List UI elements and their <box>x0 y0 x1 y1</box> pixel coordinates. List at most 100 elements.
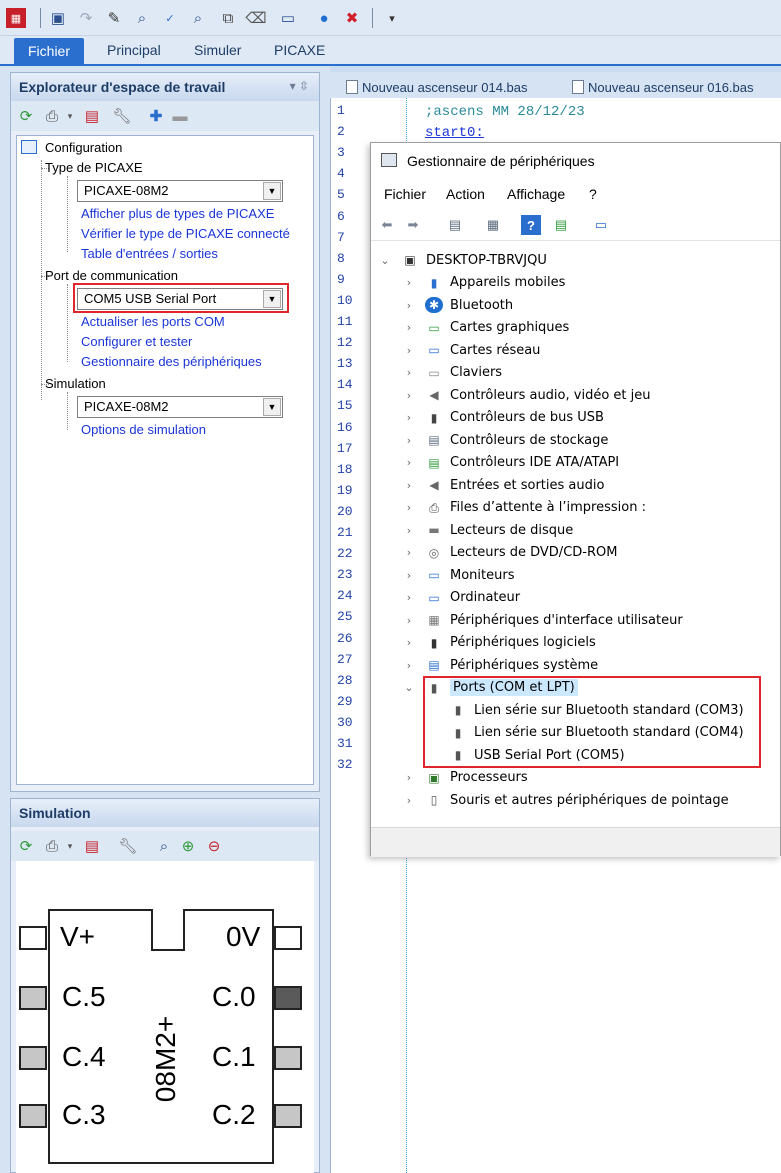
device-category[interactable]: › ▭ Cartes réseau <box>407 339 541 361</box>
properties-icon[interactable]: ▤ <box>445 215 465 235</box>
chevron-right-icon[interactable]: › <box>403 366 415 379</box>
zoom-out-icon[interactable]: ⊖ <box>205 837 223 855</box>
app-logo-icon[interactable]: ▦ <box>6 8 26 28</box>
eraser-icon[interactable]: ⌫ <box>245 8 266 28</box>
link-device-manager[interactable]: Gestionnaire des périphériques <box>81 354 262 369</box>
device-category[interactable]: › ▭ Cartes graphiques <box>407 317 570 339</box>
device-category[interactable]: › ▯ Souris et autres périphériques de poin… <box>407 789 729 811</box>
menu-fichier[interactable]: Fichier <box>384 186 426 202</box>
pin-c0[interactable] <box>274 986 302 1010</box>
chevron-right-icon[interactable]: › <box>403 344 415 357</box>
device-category[interactable]: › ▦ Périphériques d'interface utilisateur <box>407 609 683 631</box>
simulation-type-select[interactable]: PICAXE-08M2 ▼ <box>77 396 283 418</box>
redo-icon[interactable]: ↷ <box>76 8 96 28</box>
print-icon[interactable]: ⎙ <box>43 837 61 855</box>
link-io-table[interactable]: Table d'entrées / sorties <box>81 246 218 261</box>
pencil-icon[interactable]: ✎ <box>104 8 124 28</box>
chevron-right-icon[interactable]: › <box>403 569 415 582</box>
chevron-right-icon[interactable]: › <box>403 771 415 784</box>
pdf-icon[interactable]: ▤ <box>83 837 101 855</box>
device-tree-computer[interactable]: ⌄ ▣ DESKTOP-TBRVJQU <box>380 249 546 271</box>
help-icon[interactable]: ? <box>521 215 541 235</box>
menu-affichage[interactable]: Affichage <box>507 186 565 202</box>
tab-principal[interactable]: Principal <box>107 42 161 58</box>
tree-simulation[interactable]: Simulation <box>45 376 106 391</box>
chevron-right-icon[interactable]: › <box>403 524 415 537</box>
action-icon[interactable]: ▤ <box>551 215 571 235</box>
device-category[interactable]: › ▤ Contrôleurs IDE ATA/ATAPI <box>407 452 619 474</box>
chevron-right-icon[interactable]: › <box>403 411 415 424</box>
print-dropdown-icon[interactable]: ▾ <box>61 837 79 855</box>
spellcheck-icon[interactable]: ✓ <box>160 8 180 28</box>
copy-icon[interactable]: ⧉ <box>218 8 238 28</box>
device-category[interactable]: › ▮ Contrôleurs de bus USB <box>407 407 604 429</box>
chevron-right-icon[interactable]: › <box>403 636 415 649</box>
link-configure-test[interactable]: Configurer et tester <box>81 334 192 349</box>
chevron-down-icon[interactable]: ⌄ <box>379 254 391 267</box>
print-dropdown-icon[interactable]: ▾ <box>61 107 79 125</box>
link-check-picaxe-type[interactable]: Vérifier le type de PICAXE connecté <box>81 226 290 241</box>
device-category[interactable]: › ▭ Claviers <box>407 362 502 384</box>
add-icon[interactable]: ✚ <box>147 107 165 125</box>
run-icon[interactable]: ● <box>314 8 334 28</box>
remove-icon[interactable]: ▬ <box>171 107 189 125</box>
chevron-down-icon[interactable]: ⌄ <box>403 681 415 694</box>
tab-simuler[interactable]: Simuler <box>194 42 241 58</box>
print-icon[interactable]: ⎙ <box>43 107 61 125</box>
device-category[interactable]: › ◎ Lecteurs de DVD/CD-ROM <box>407 542 618 564</box>
device-category[interactable]: › ⎙ Files d’attente à l’impression : <box>407 497 646 519</box>
menu-action[interactable]: Action <box>446 186 485 202</box>
device-category[interactable]: › ▮ Appareils mobiles <box>407 272 566 294</box>
back-arrow-icon[interactable]: ⬅ <box>377 215 397 235</box>
link-refresh-com-ports[interactable]: Actualiser les ports COM <box>81 314 225 329</box>
chevron-down-icon[interactable]: ▼ <box>263 182 281 200</box>
chevron-right-icon[interactable]: › <box>403 389 415 402</box>
chevron-right-icon[interactable]: › <box>403 501 415 514</box>
chevron-right-icon[interactable]: › <box>403 659 415 672</box>
wrench-icon[interactable]: 🔧︎ <box>112 107 131 125</box>
find-icon[interactable]: ⌕ <box>188 8 208 28</box>
chevron-right-icon[interactable]: › <box>403 299 415 312</box>
details-icon[interactable]: ▦ <box>483 215 503 235</box>
device-category[interactable]: › ◀ Contrôleurs audio, vidéo et jeu <box>407 384 651 406</box>
device-category[interactable]: › ▬ Lecteurs de disque <box>407 519 573 541</box>
forward-arrow-icon[interactable]: ➡ <box>403 215 423 235</box>
zoom-in-icon[interactable]: ⊕ <box>179 837 197 855</box>
search-icon[interactable]: ⌕ <box>132 8 152 28</box>
chevron-right-icon[interactable]: › <box>403 794 415 807</box>
tab-picaxe[interactable]: PICAXE <box>274 42 325 58</box>
code-line-2[interactable]: start0: <box>425 125 484 141</box>
link-more-picaxe-types[interactable]: Afficher plus de types de PICAXE <box>81 206 274 221</box>
code-line-1[interactable]: ;ascens MM 28/12/23 <box>425 104 585 120</box>
pin-0v[interactable] <box>274 926 302 950</box>
pin-vplus[interactable] <box>19 926 47 950</box>
chevron-right-icon[interactable]: › <box>403 479 415 492</box>
device-category[interactable]: › ▭ Moniteurs <box>407 564 515 586</box>
tab-fichier[interactable]: Fichier <box>14 38 85 66</box>
zoom-icon[interactable]: ⌕ <box>155 837 173 855</box>
device-category[interactable]: › ▮ Périphériques logiciels <box>407 632 596 654</box>
pin-c5[interactable] <box>19 986 47 1010</box>
device-category[interactable]: › ▤ Périphériques système <box>407 654 598 676</box>
picaxe-type-select[interactable]: PICAXE-08M2 ▼ <box>77 180 283 202</box>
device-category[interactable]: › ▤ Contrôleurs de stockage <box>407 429 609 451</box>
refresh-icon[interactable]: ⟳ <box>17 837 35 855</box>
pin-icon[interactable]: ▾ ⇳ <box>290 79 309 93</box>
pin-c3[interactable] <box>19 1104 47 1128</box>
monitor-icon[interactable]: ▭ <box>591 215 611 235</box>
chevron-right-icon[interactable]: › <box>403 546 415 559</box>
tree-configuration[interactable]: Configuration <box>45 140 122 155</box>
editor-tab-2[interactable]: Nouveau ascenseur 016.bas <box>572 76 754 98</box>
dropdown-icon[interactable]: ▾ <box>382 8 402 28</box>
chevron-right-icon[interactable]: › <box>403 321 415 334</box>
editor-tab-1[interactable]: Nouveau ascenseur 014.bas <box>346 76 528 98</box>
stop-icon[interactable]: ✖ <box>342 8 362 28</box>
device-category[interactable]: › ▣ Processeurs <box>407 767 528 789</box>
device-category[interactable]: › ✱ Bluetooth <box>407 294 513 316</box>
chevron-right-icon[interactable]: › <box>403 614 415 627</box>
link-simulation-options[interactable]: Options de simulation <box>81 422 206 437</box>
tree-comm-port[interactable]: Port de communication <box>45 268 178 283</box>
menu-help[interactable]: ? <box>589 186 597 202</box>
device-category[interactable]: › ◀ Entrées et sorties audio <box>407 474 605 496</box>
device-category[interactable]: › ▭ Ordinateur <box>407 587 520 609</box>
